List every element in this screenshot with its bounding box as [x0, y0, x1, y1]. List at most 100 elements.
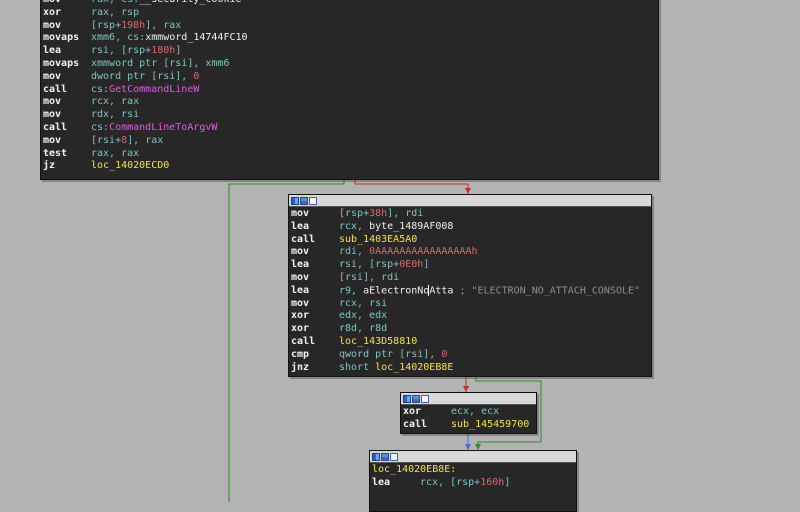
- graph-image-icon[interactable]: [381, 452, 389, 461]
- asm-line[interactable]: mov [rsi], rdi: [289, 272, 651, 285]
- graph-text-icon[interactable]: [390, 452, 398, 461]
- graph-color-icon[interactable]: [372, 452, 380, 461]
- asm-line[interactable]: lea r9, aElectronNoAtta ; "ELECTRON_NO_AT…: [289, 284, 651, 298]
- asm-operand-sym[interactable]: Atta: [429, 285, 453, 296]
- asm-mnemonic[interactable]: call: [291, 234, 339, 247]
- asm-line[interactable]: mov dword ptr [rsi], 0: [41, 71, 658, 84]
- asm-line[interactable]: jz loc_14020ECD0: [41, 160, 658, 173]
- asm-mnemonic[interactable]: call: [403, 419, 451, 432]
- asm-line[interactable]: cmp qword ptr [rsi], 0: [289, 349, 651, 362]
- asm-operand-lbl[interactable]: sub_1403EA5A0: [339, 234, 417, 245]
- asm-operand-sym[interactable]: aElectronNo: [363, 285, 429, 296]
- asm-operand-fn[interactable]: CommandLineToArgvW: [109, 122, 217, 133]
- code-block-node-4[interactable]: loc_14020EB8E: lea rcx, [rsp+160h]: [369, 450, 577, 512]
- asm-operand-sym[interactable]: __security_cookie: [139, 0, 241, 5]
- asm-mnemonic[interactable]: lea: [291, 285, 339, 298]
- asm-mnemonic[interactable]: mov: [43, 20, 91, 33]
- asm-line[interactable]: call cs:CommandLineToArgvW: [41, 122, 658, 135]
- asm-operand-loc[interactable]: loc_14020EB8E:: [372, 464, 456, 475]
- asm-line[interactable]: jnz short loc_14020EB8E: [289, 362, 651, 375]
- code-block-node-3[interactable]: xor ecx, ecx call sub_145459700: [400, 392, 537, 434]
- disassembly-lines: mov [rsp+38h], rdi lea rcx, byte_1489AF008 c…: [289, 207, 651, 374]
- asm-line[interactable]: movaps xmmword ptr [rsi], xmm6: [41, 58, 658, 71]
- asm-operand-reg: r9,: [339, 285, 364, 297]
- asm-mnemonic[interactable]: mov: [43, 96, 91, 109]
- asm-mnemonic[interactable]: lea: [43, 45, 91, 58]
- graph-color-icon[interactable]: [291, 196, 299, 205]
- asm-operand-reg: [rsi], rdi: [339, 271, 400, 283]
- asm-mnemonic[interactable]: jnz: [291, 362, 339, 375]
- asm-operand-lbl[interactable]: loc_143D58810: [339, 336, 417, 347]
- graph-image-icon[interactable]: [412, 394, 420, 403]
- asm-mnemonic[interactable]: movaps: [43, 32, 91, 45]
- asm-line[interactable]: test rax, rax: [41, 148, 658, 161]
- asm-line[interactable]: movrax, cs:__security_cookie: [41, 0, 658, 7]
- asm-line[interactable]: lea rsi, [rsp+0E0h]: [289, 259, 651, 272]
- asm-mnemonic[interactable]: jz: [43, 160, 91, 173]
- asm-operand-reg: rsi, [rsp+: [339, 259, 400, 271]
- asm-operand-reg: cs:: [91, 121, 110, 133]
- asm-mnemonic[interactable]: mov: [291, 246, 339, 259]
- asm-line[interactable]: mov rcx, rax: [41, 96, 658, 109]
- asm-mnemonic[interactable]: xor: [403, 406, 451, 419]
- asm-mnemonic[interactable]: lea: [372, 477, 420, 490]
- asm-line[interactable]: mov [rsp+38h], rdi: [289, 208, 651, 221]
- graph-color-icon[interactable]: [403, 394, 411, 403]
- asm-mnemonic[interactable]: call: [43, 122, 91, 135]
- asm-line[interactable]: mov rdi, 0AAAAAAAAAAAAAAAAh: [289, 246, 651, 259]
- asm-operand-reg: qword ptr [rsi],: [339, 348, 442, 360]
- asm-line[interactable]: xor edx, edx: [289, 310, 651, 323]
- asm-mnemonic[interactable]: mov: [43, 109, 91, 122]
- asm-line[interactable]: call sub_145459700: [401, 419, 536, 432]
- asm-operand-reg: ], rax: [127, 134, 164, 146]
- asm-operand-reg: rdx, rsi: [91, 109, 140, 121]
- asm-line[interactable]: call loc_143D58810: [289, 336, 651, 349]
- asm-mnemonic[interactable]: mov: [43, 0, 91, 7]
- asm-mnemonic[interactable]: xor: [43, 7, 91, 20]
- asm-line[interactable]: lea rcx, [rsp+160h]: [370, 477, 576, 490]
- asm-line[interactable]: call sub_1403EA5A0: [289, 234, 651, 247]
- asm-line[interactable]: lea rcx, byte_1489AF008: [289, 221, 651, 234]
- asm-mnemonic[interactable]: lea: [291, 259, 339, 272]
- asm-line[interactable]: movaps xmm6, cs:xmmword_14744FC10: [41, 32, 658, 45]
- asm-line[interactable]: mov [rsi+8], rax: [41, 135, 658, 148]
- asm-mnemonic[interactable]: mov: [43, 71, 91, 84]
- asm-line[interactable]: mov rcx, rsi: [289, 298, 651, 311]
- asm-mnemonic[interactable]: mov: [291, 298, 339, 311]
- asm-mnemonic[interactable]: xor: [291, 323, 339, 336]
- asm-mnemonic[interactable]: mov: [43, 135, 91, 148]
- asm-line[interactable]: loc_14020EB8E:: [370, 464, 576, 477]
- asm-line[interactable]: mov rdx, rsi: [41, 109, 658, 122]
- asm-operand-lbl[interactable]: loc_14020ECD0: [91, 160, 169, 171]
- asm-mnemonic[interactable]: mov: [291, 272, 339, 285]
- asm-operand-fn[interactable]: GetCommandLineW: [109, 84, 199, 95]
- code-block-node-2[interactable]: mov [rsp+38h], rdi lea rcx, byte_1489AF008 c…: [288, 194, 652, 377]
- asm-mnemonic[interactable]: xor: [291, 310, 339, 323]
- asm-mnemonic[interactable]: cmp: [291, 349, 339, 362]
- asm-mnemonic[interactable]: mov: [291, 208, 339, 221]
- asm-operand-num: 0: [441, 348, 448, 360]
- asm-mnemonic[interactable]: test: [43, 148, 91, 161]
- asm-operand-lbl[interactable]: loc_14020EB8E: [375, 362, 453, 373]
- asm-line[interactable]: lea rsi, [rsp+180h]: [41, 45, 658, 58]
- asm-line[interactable]: call cs:GetCommandLineW: [41, 84, 658, 97]
- asm-mnemonic[interactable]: movaps: [43, 58, 91, 71]
- asm-operand-reg: rax, rsp: [91, 6, 140, 18]
- asm-line[interactable]: xor r8d, r8d: [289, 323, 651, 336]
- asm-operand-num: 0E0h: [399, 259, 424, 271]
- asm-line[interactable]: mov [rsp+198h], rax: [41, 20, 658, 33]
- asm-mnemonic[interactable]: call: [43, 84, 91, 97]
- graph-text-icon[interactable]: [421, 394, 429, 403]
- asm-line[interactable]: xor ecx, ecx: [401, 406, 536, 419]
- graph-image-icon[interactable]: [300, 196, 308, 205]
- asm-mnemonic[interactable]: lea: [291, 221, 339, 234]
- asm-operand-reg: rax, rax: [91, 147, 140, 159]
- asm-operand-num: 160h: [480, 476, 505, 488]
- code-block-node-1[interactable]: movrax, cs:__security_cookiexorrax, rspm…: [40, 0, 659, 180]
- graph-text-icon[interactable]: [309, 196, 317, 205]
- asm-operand-sym[interactable]: byte_1489AF008: [369, 221, 453, 232]
- asm-mnemonic[interactable]: call: [291, 336, 339, 349]
- asm-line[interactable]: xor rax, rsp: [41, 7, 658, 20]
- asm-operand-lbl[interactable]: sub_145459700: [451, 419, 529, 430]
- asm-operand-sym[interactable]: xmmword_14744FC10: [145, 32, 247, 43]
